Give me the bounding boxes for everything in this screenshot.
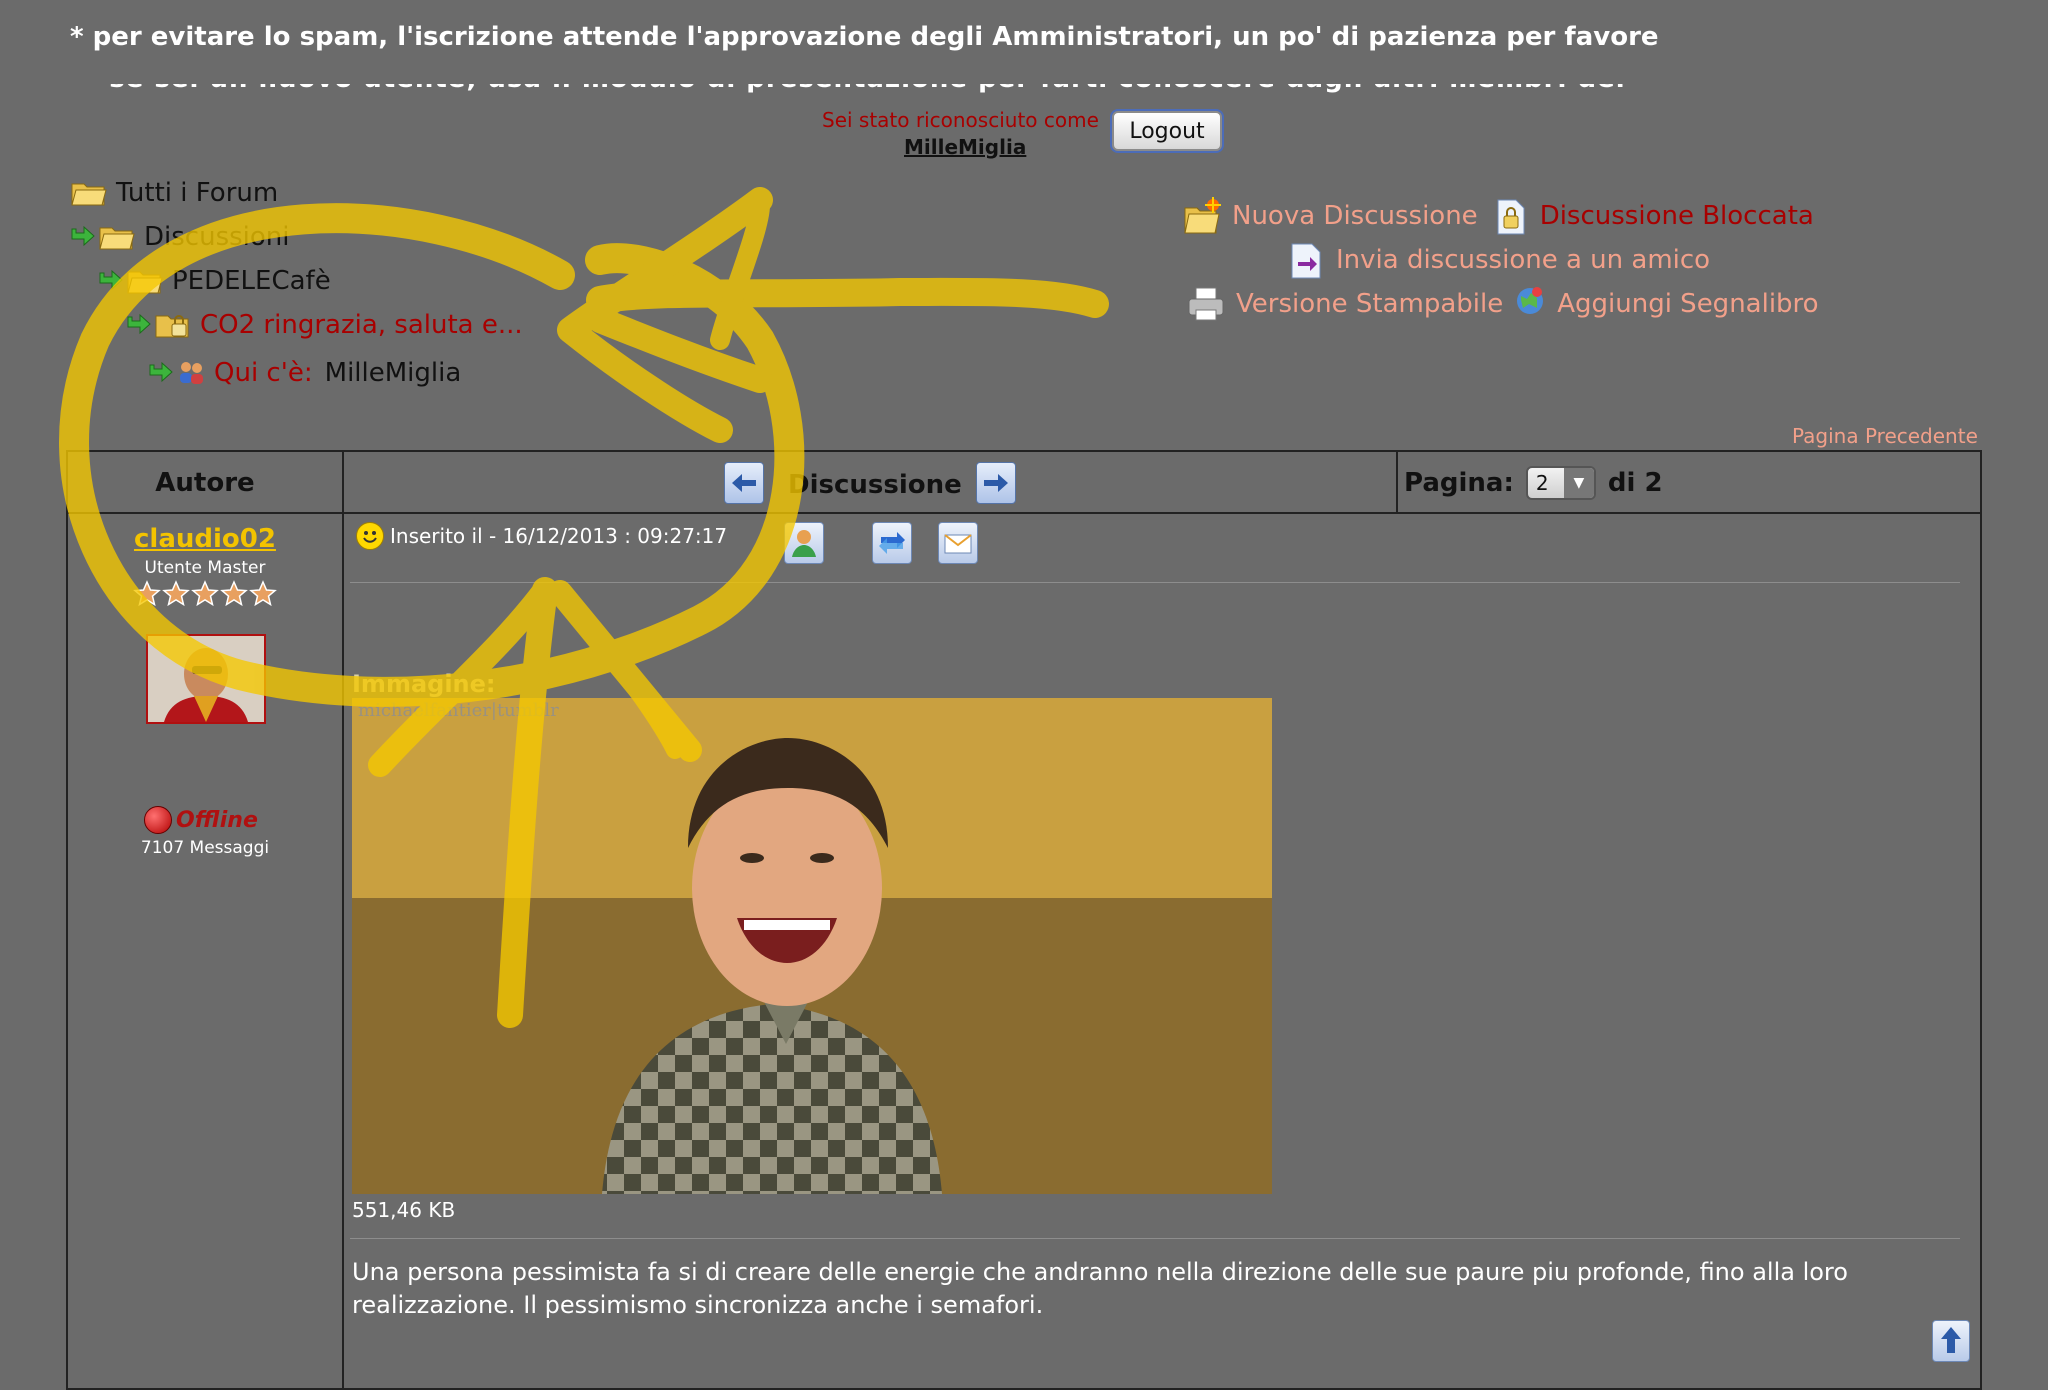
post-body: Una persona pessimista fa si di creare d… [352,1258,1848,1319]
logged-user-link[interactable]: MilleMiglia [904,135,1026,159]
send-message-button[interactable] [938,522,978,564]
action-printable: Versione Stampabile Aggiungi Segnalibro [1186,284,1819,324]
avatar [146,634,266,724]
image-label: Immagine: [352,670,496,698]
locked-topic-icon [1490,196,1530,236]
send-friend-link[interactable]: Invia discussione a un amico [1336,245,1710,275]
logout-button[interactable]: Logout [1112,111,1222,151]
bookmark-link[interactable]: Aggiungi Segnalibro [1557,289,1818,319]
registration-notice: * per evitare lo spam, l'iscrizione atte… [70,22,1659,52]
green-arrow-icon [70,225,96,249]
printer-icon [1186,284,1226,324]
rank-stars [132,580,282,612]
open-folder-icon [126,266,164,296]
post-separator [350,1238,1960,1239]
image-credit: michaelfantier|tumblr [358,700,559,721]
breadcrumb-all-forums: Tutti i Forum [70,178,278,208]
page-dropdown[interactable]: 2 ▼ [1525,466,1596,500]
send-arrow-icon [1286,240,1326,280]
forum-table: Autore Discussione Pagina: 2 ▼ di 2 clau… [66,450,1982,1390]
arrow-left-icon [732,474,756,492]
breadcrumb-forum: PEDELECafè [98,266,331,296]
previous-page-link[interactable]: Pagina Precedente [1792,424,1978,448]
offline-dot-icon [144,806,172,834]
previous-topic-button[interactable] [724,462,764,504]
forum-link[interactable]: PEDELECafè [172,266,331,296]
bookmark-icon [1513,284,1547,324]
image-file-size: 551,46 KB [352,1198,456,1222]
star-rating-icon [133,580,277,607]
table-header-row [68,452,1980,514]
header-divider [1396,452,1398,512]
message-count: 7107 Messaggi [140,838,270,858]
discussion-column-header: Discussione [788,470,962,500]
page-selector: Pagina: 2 ▼ di 2 [1404,466,1663,500]
registration-notice-secondary: ** se sei un nuovo utente, usa il modulo… [70,84,1630,94]
message-icon [944,534,972,554]
page-label: Pagina: [1404,468,1514,498]
new-topic-link[interactable]: Nuova Discussione [1232,201,1478,231]
back-to-top-button[interactable] [1932,1320,1970,1362]
open-folder-icon [98,222,136,252]
new-topic-icon [1182,196,1222,236]
reply-arrows-icon [879,532,905,554]
arrow-right-icon [984,474,1008,492]
login-status-text: Sei stato riconosciuto come [822,108,1099,132]
next-topic-button[interactable] [976,462,1016,504]
chevron-down-icon: ▼ [1563,468,1594,498]
discussions-link[interactable]: Discussioni [144,222,290,252]
user-profile-icon [792,530,816,557]
printable-link[interactable]: Versione Stampabile [1236,289,1503,319]
page-total: di 2 [1607,468,1663,498]
green-arrow-icon [148,361,174,385]
breadcrumb-topic: CO2 ringrazia, saluta e... [126,310,523,340]
action-send-friend: Invia discussione a un amico [1286,240,1710,280]
quote-reply-button[interactable] [872,522,912,564]
column-divider [342,452,344,1388]
author-profile-button[interactable] [784,522,824,564]
author-column-header: Autore [155,468,255,498]
topic-title: CO2 ringrazia, saluta e... [200,310,523,340]
breadcrumb-discussions: Discussioni [70,222,290,252]
locked-topic-label: Discussione Bloccata [1539,201,1814,231]
here-label: Qui c'è: [214,358,313,388]
green-arrow-icon [126,313,152,337]
smiley-icon [356,522,384,550]
all-forums-link[interactable]: Tutti i Forum [116,178,278,208]
arrow-up-icon [1941,1327,1961,1353]
author-rank: Utente Master [144,558,266,578]
open-folder-icon [70,178,108,208]
action-new-topic: Nuova Discussione Discussione Bloccata [1182,196,1814,236]
users-icon [176,359,206,387]
green-arrow-icon [98,269,124,293]
online-status: Offline [144,806,258,834]
post-meta: Inserito il - 16/12/2013 : 09:27:17 [356,522,727,550]
post-image [352,698,1272,1194]
post-date: Inserito il - 16/12/2013 : 09:27:17 [390,524,728,548]
breadcrumb-here: Qui c'è: MilleMiglia [148,358,461,388]
locked-folder-icon [154,310,192,340]
post-separator [350,582,1960,583]
here-user-link[interactable]: MilleMiglia [325,358,462,388]
author-name-link[interactable]: claudio02 [68,524,342,554]
